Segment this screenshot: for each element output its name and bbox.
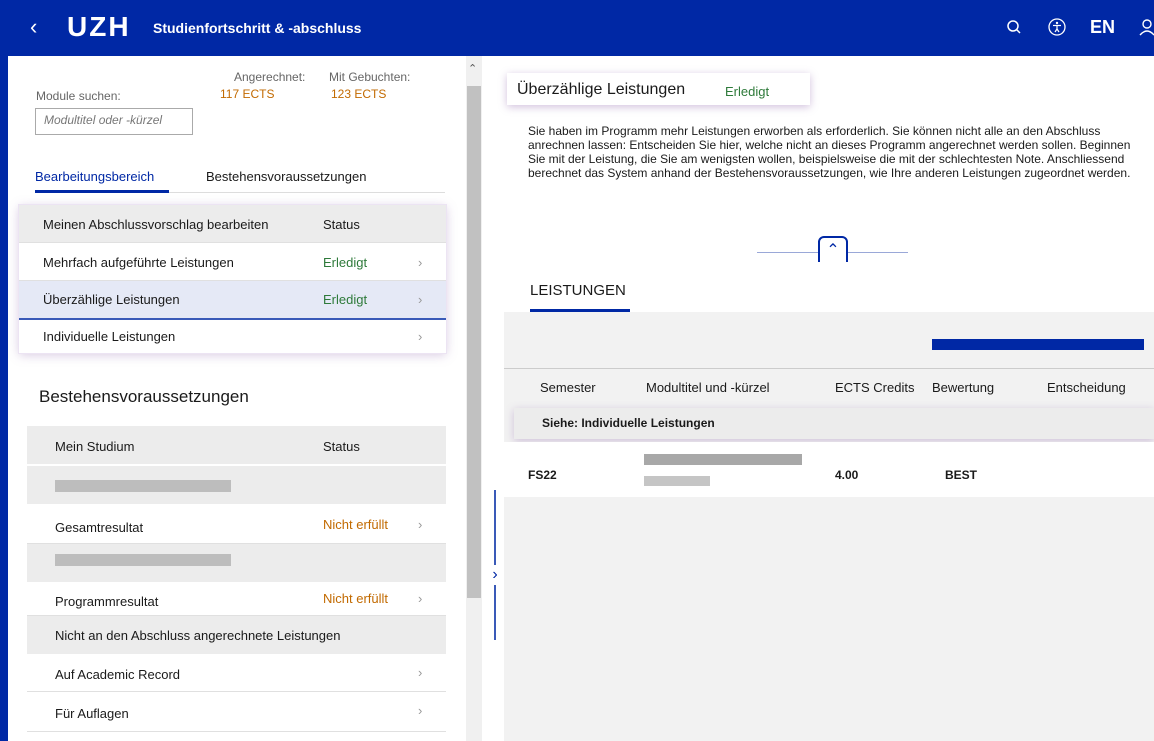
- requirements-header-status: Status: [323, 439, 360, 454]
- expand-right-icon[interactable]: ›: [488, 565, 502, 585]
- requirement-status: Nicht erfüllt: [323, 591, 389, 606]
- requirement-gesamtresultat[interactable]: Gesamtresultat Nicht erfüllt ›: [27, 504, 446, 544]
- requirements-header: Mein Studium Status: [27, 426, 446, 464]
- not-credited-academic-record[interactable]: Auf Academic Record ›: [27, 654, 446, 692]
- redacted-text: [55, 480, 231, 492]
- column-header-entscheidung: Entscheidung: [1047, 380, 1126, 395]
- redacted-module-code: [644, 476, 710, 486]
- search-label: Module suchen:: [36, 89, 121, 103]
- edit-item-mehrfach[interactable]: Mehrfach aufgeführte Leistungen Erledigt…: [19, 243, 446, 281]
- detail-title: Überzählige Leistungen: [517, 81, 686, 98]
- edit-item-label: Mehrfach aufgeführte Leistungen: [43, 255, 234, 270]
- cell-ects: 4.00: [835, 468, 859, 482]
- info-section: Sie haben im Programm mehr Leistungen er…: [504, 110, 1154, 247]
- left-panel: Module suchen: Angerechnet: 117 ECTS Mit…: [8, 56, 466, 741]
- chevron-right-icon: ›: [418, 665, 423, 680]
- pane-divider: [482, 56, 504, 741]
- results-area: [504, 262, 1154, 741]
- requirements-title: Bestehensvoraussetzungen: [39, 387, 249, 406]
- column-header-ects: ECTS Credits: [835, 380, 915, 395]
- not-credited-title: Nicht an den Abschluss angerechnete Leis…: [55, 628, 341, 643]
- booked-label: Mit Gebuchten:: [329, 70, 411, 84]
- credited-value: 117 ECTS: [220, 87, 275, 101]
- edit-proposal-status-header: Status: [323, 217, 360, 232]
- tab-leistungen[interactable]: LEISTUNGEN: [530, 282, 626, 299]
- chevron-up-icon: ⌃: [826, 242, 840, 259]
- tab-bestehensvoraussetzungen[interactable]: Bestehensvoraussetzungen: [206, 169, 366, 184]
- table-row[interactable]: FS22 4.00 BEST: [504, 442, 1154, 497]
- cell-rating: BEST: [945, 468, 978, 482]
- column-header-bewertung: Bewertung: [932, 380, 995, 395]
- edit-proposal-header: Meinen Abschlussvorschlag bearbeiten Sta…: [19, 205, 446, 243]
- edit-proposal-panel: Meinen Abschlussvorschlag bearbeiten Sta…: [19, 205, 446, 353]
- scroll-up-icon[interactable]: ⌃: [468, 62, 477, 75]
- active-tab-indicator: [35, 190, 169, 193]
- group-label: Siehe: Individuelle Leistungen: [542, 416, 715, 430]
- not-credited-auflagen[interactable]: Für Auflagen ›: [27, 692, 446, 732]
- requirement-label: Programmresultat: [55, 594, 159, 609]
- table-header-divider: [504, 368, 1154, 369]
- accessibility-icon[interactable]: [1046, 14, 1068, 40]
- requirement-programmresultat[interactable]: Programmresultat Nicht erfüllt ›: [27, 582, 446, 616]
- chevron-right-icon: ›: [418, 329, 423, 344]
- redacted-module-title: [644, 454, 802, 465]
- not-credited-header: Nicht an den Abschluss angerechnete Leis…: [27, 616, 446, 654]
- action-bar[interactable]: [932, 339, 1144, 350]
- module-search-input[interactable]: Modultitel oder -kürzel: [35, 108, 193, 135]
- active-tab-indicator: [530, 309, 630, 312]
- search-icon[interactable]: [1004, 14, 1024, 40]
- chevron-right-icon: ›: [418, 255, 423, 270]
- detail-title-card: Überzählige Leistungen Erledigt: [507, 73, 810, 105]
- column-header-semester: Semester: [540, 380, 596, 395]
- chevron-left-icon[interactable]: ‹: [30, 15, 37, 39]
- left-edge-bar: [0, 56, 8, 741]
- credited-label: Angerechnet:: [234, 70, 306, 84]
- info-text: Sie haben im Programm mehr Leistungen er…: [528, 124, 1131, 180]
- edit-item-label: Überzählige Leistungen: [43, 292, 180, 307]
- uzh-logo[interactable]: UZH: [67, 11, 131, 43]
- edit-item-status: Erledigt: [323, 255, 368, 270]
- redacted-row: [27, 466, 446, 504]
- user-icon[interactable]: [1138, 14, 1154, 40]
- edit-item-ueberzaehlig[interactable]: Überzählige Leistungen Erledigt ›: [19, 281, 446, 320]
- table-group-header: Siehe: Individuelle Leistungen: [514, 408, 1154, 439]
- collapse-line-right: [848, 252, 908, 253]
- redacted-text: [55, 554, 231, 566]
- edit-proposal-title: Meinen Abschlussvorschlag bearbeiten: [43, 217, 269, 232]
- requirement-status: Nicht erfüllt: [323, 517, 389, 532]
- chevron-right-icon: ›: [418, 517, 423, 532]
- edit-item-individuell[interactable]: Individuelle Leistungen ›: [19, 320, 446, 353]
- chevron-right-icon: ›: [418, 591, 423, 606]
- booked-value: 123 ECTS: [331, 87, 387, 101]
- top-bar: ‹ UZH Studienfortschritt & -abschluss EN: [0, 0, 1154, 56]
- edit-item-status: Erledigt: [323, 292, 368, 307]
- tab-bearbeitungsbereich[interactable]: Bearbeitungsbereich: [35, 169, 154, 184]
- chevron-right-icon: ›: [418, 292, 423, 307]
- not-credited-label: Für Auflagen: [55, 706, 129, 721]
- detail-status: Erledigt: [725, 84, 770, 99]
- column-header-modultitel: Modultitel und -kürzel: [646, 380, 770, 395]
- requirements-header-title: Mein Studium: [55, 439, 135, 454]
- language-switch[interactable]: EN: [1090, 17, 1115, 38]
- page-title: Studienfortschritt & -abschluss: [153, 20, 362, 36]
- cell-semester: FS22: [528, 468, 557, 482]
- chevron-right-icon: ›: [418, 703, 423, 718]
- edit-item-label: Individuelle Leistungen: [43, 329, 176, 344]
- not-credited-label: Auf Academic Record: [55, 667, 181, 682]
- left-scrollbar-thumb[interactable]: [467, 86, 481, 598]
- app-window: ‹ UZH Studienfortschritt & -abschluss EN…: [0, 0, 1154, 741]
- requirement-label: Gesamtresultat: [55, 520, 144, 535]
- redacted-row: [27, 544, 446, 582]
- collapse-line-left: [757, 252, 818, 253]
